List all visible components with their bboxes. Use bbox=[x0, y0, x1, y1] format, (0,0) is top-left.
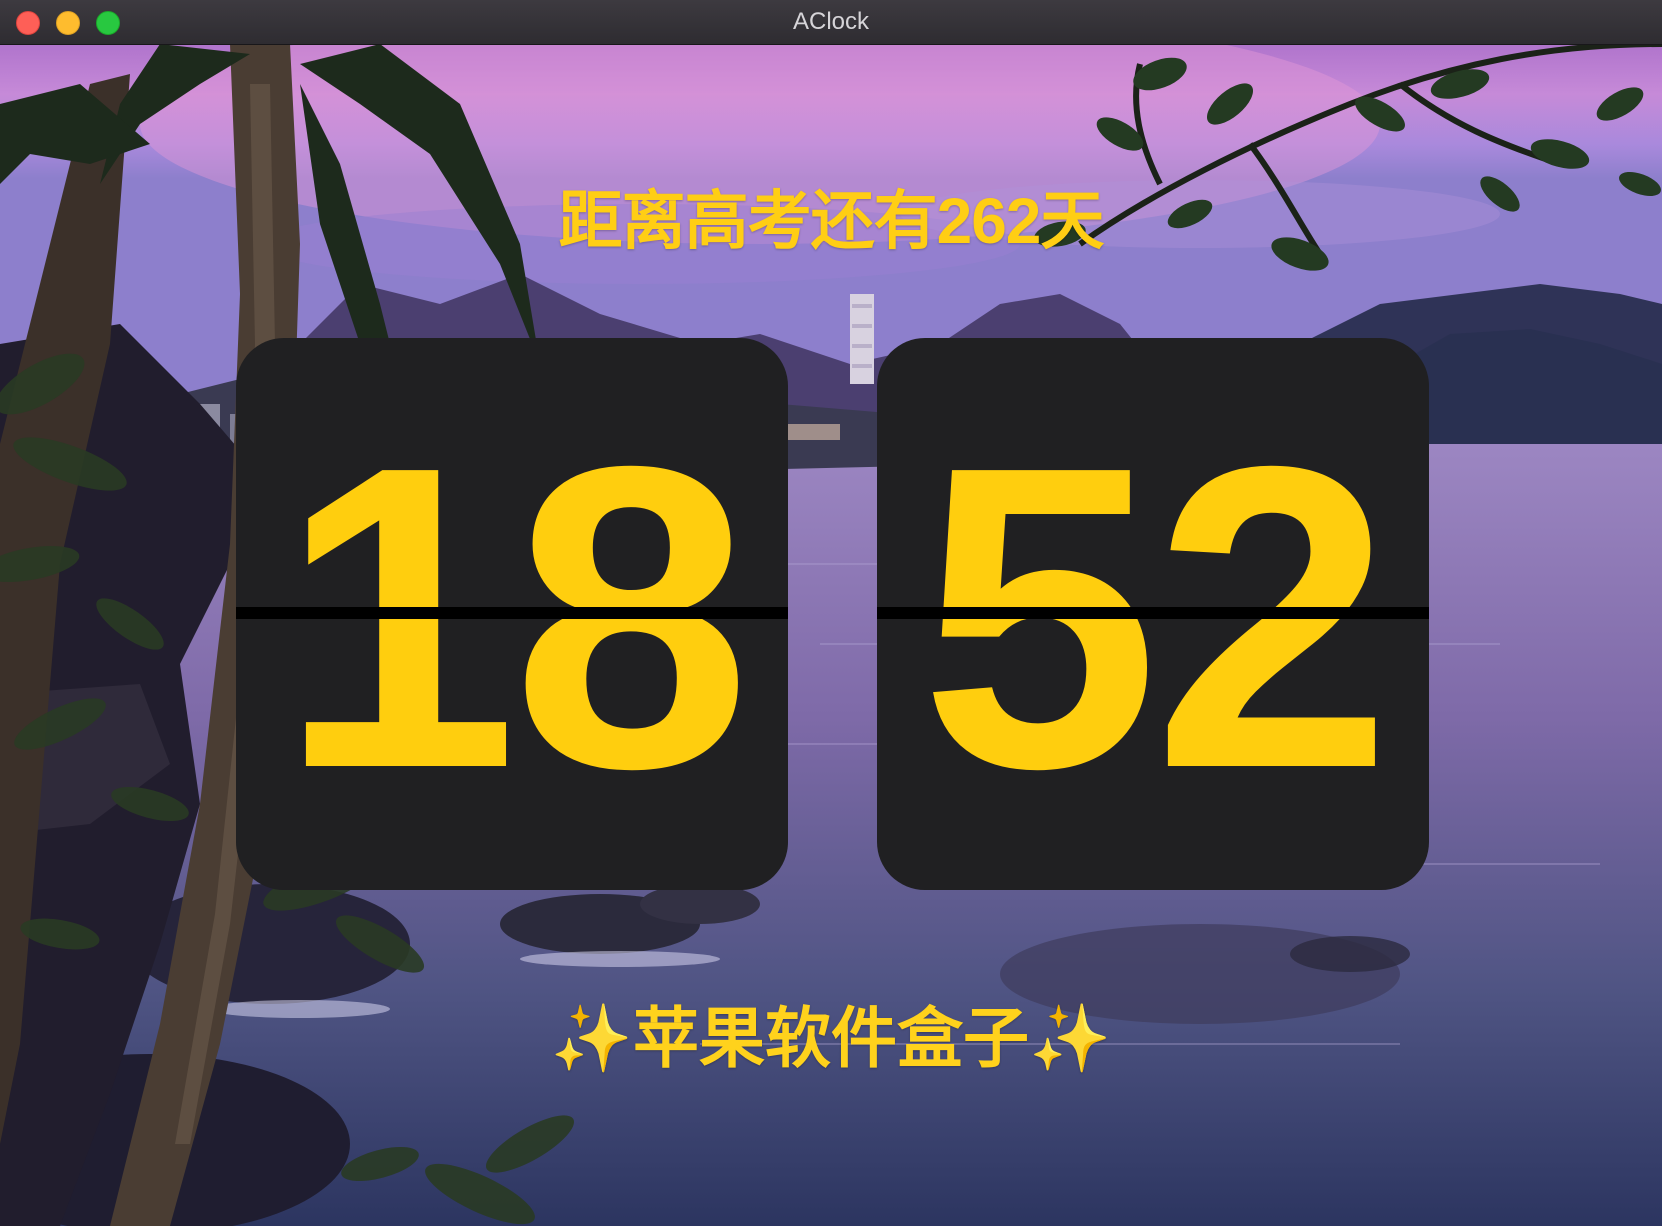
countdown-text: 距离高考还有262天 bbox=[558, 185, 1105, 257]
card-split-line bbox=[877, 607, 1429, 619]
aclock-window: AClock 距离高考还有262天 18 52 ✨苹果软件盒子✨ bbox=[0, 0, 1662, 1226]
window-title: AClock bbox=[792, 8, 870, 35]
hours-card: 18 bbox=[236, 338, 788, 890]
title-bar: AClock bbox=[0, 0, 1662, 45]
card-split-line bbox=[236, 607, 788, 619]
minutes-card: 52 bbox=[877, 338, 1429, 890]
brand-text: ✨苹果软件盒子✨ bbox=[550, 1001, 1112, 1075]
